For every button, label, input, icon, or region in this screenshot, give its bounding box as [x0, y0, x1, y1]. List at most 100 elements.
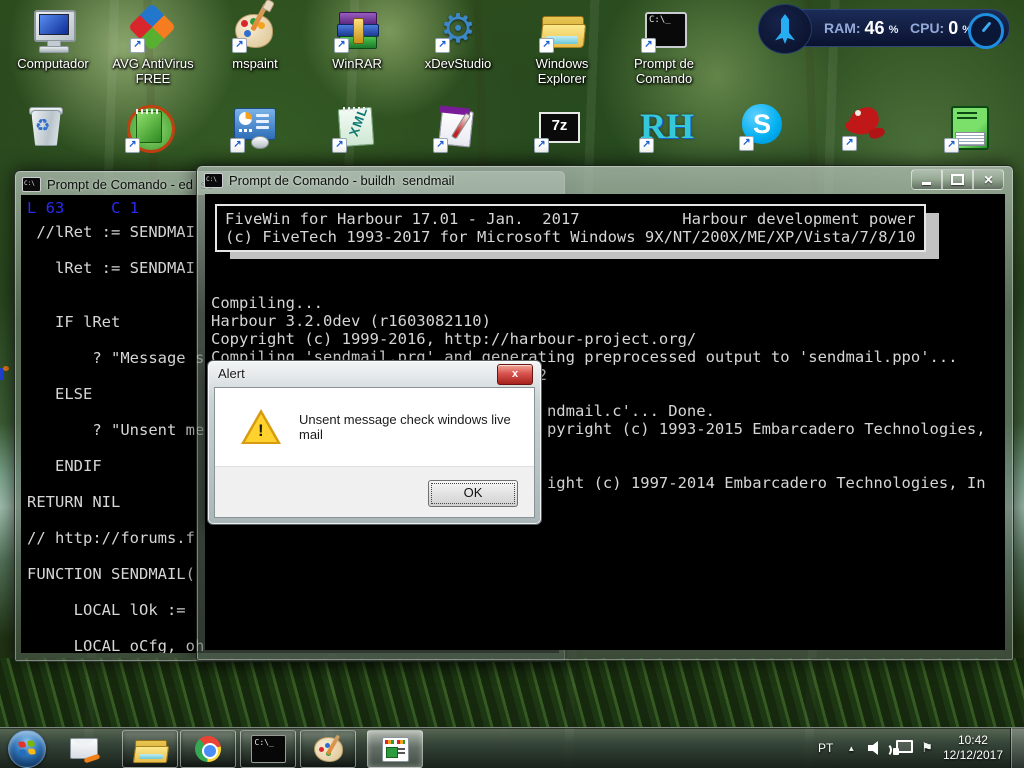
shortcut-arrow-icon: ↗: [539, 38, 554, 53]
hidden-icons-chevron[interactable]: ▲: [847, 744, 855, 753]
shortcut-arrow-icon: ↗: [739, 136, 754, 151]
taskbar-mail-button[interactable]: [62, 732, 106, 764]
system-monitor-gadget[interactable]: RAM: 46 % CPU: 0 %: [758, 4, 1010, 52]
ram-readout: RAM: 46 %: [824, 4, 898, 52]
cmd-window-icon: C:\: [204, 173, 223, 188]
red-creature-icon: ↗: [841, 100, 893, 152]
start-button[interactable]: [8, 730, 46, 768]
recycle-bin-icon: ♻: [21, 102, 73, 154]
desktop-icon-label: AVG AntiVirus FREE: [103, 57, 203, 87]
tray-date: 12/12/2017: [943, 748, 1003, 763]
shortcut-arrow-icon: ↗: [534, 138, 549, 153]
network-icon[interactable]: [893, 740, 913, 756]
alert-message: Unsent message check windows live mail: [299, 412, 534, 442]
back-window-title: Prompt de Comando - ed se: [47, 177, 214, 192]
shortcut-arrow-icon: ↗: [230, 138, 245, 153]
desktop-icon-avg-antivirus[interactable]: ↗ AVG AntiVirus FREE: [103, 6, 203, 87]
banner-line2: (c) FiveTech 1993-2017 for Microsoft Win…: [225, 228, 916, 246]
desktop-icon-notepad-ring[interactable]: ↗: [120, 102, 180, 154]
cpu-label: CPU:: [910, 20, 944, 36]
maximize-icon: [951, 174, 964, 185]
desktop-icon-rh[interactable]: RH ↗: [634, 102, 694, 154]
rocket-icon: [775, 14, 795, 44]
desktop-icon-control-panel[interactable]: ↗: [225, 102, 285, 154]
alert-body: ! Unsent message check windows live mail…: [214, 387, 535, 518]
warning-icon: !: [241, 409, 281, 445]
maximize-button[interactable]: [942, 169, 973, 190]
shortcut-arrow-icon: ↗: [334, 38, 349, 53]
taskbar-paint-button[interactable]: [300, 730, 356, 768]
window-caption-buttons: ✕: [911, 169, 1004, 190]
alert-title: Alert: [218, 366, 245, 381]
desktop-icon-prompt-comando[interactable]: C:\_ ↗ Prompt de Comando: [614, 6, 714, 87]
desktop-icon-green-notebook[interactable]: ↗: [939, 102, 999, 154]
cpu-value: 0: [948, 18, 958, 39]
desktop-icon-7zip[interactable]: 7z ↗: [529, 102, 589, 154]
desktop-icon-xml-notepad[interactable]: XML ↗: [327, 102, 387, 154]
desktop-icon-computador[interactable]: Computador: [3, 6, 103, 72]
desktop-icon-recycle-bin[interactable]: ♻: [17, 102, 77, 154]
close-button[interactable]: ✕: [973, 169, 1004, 190]
rh-letters-icon: RH ↗: [638, 102, 690, 154]
desktop-icon-label: Prompt de Comando: [614, 57, 714, 87]
alert-close-button[interactable]: x: [497, 364, 533, 385]
shortcut-arrow-icon: ↗: [433, 138, 448, 153]
speedometer-icon[interactable]: [968, 13, 1004, 49]
partially-hidden-desktop-icon: [0, 366, 8, 382]
taskbar-app-button-active[interactable]: [367, 730, 423, 768]
xml-notepad-icon: XML ↗: [331, 102, 383, 154]
taskbar: C:\_ PT ▲ ⚑ 10:42 12/12/2017: [0, 727, 1024, 768]
language-indicator[interactable]: PT: [818, 741, 833, 755]
rocket-badge: [758, 4, 812, 54]
winrar-books-icon: ↗: [333, 6, 381, 54]
pen-notepad-icon: ↗: [432, 102, 484, 154]
avg-shield-icon: ↗: [129, 6, 177, 54]
green-notepad-icon: ↗: [124, 102, 176, 154]
taskbar-cmd-button[interactable]: C:\_: [240, 730, 296, 768]
desktop-icon-skype[interactable]: S ↗: [734, 100, 794, 152]
action-center-flag-icon[interactable]: ⚑: [921, 740, 933, 756]
front-window-titlebar[interactable]: C:\ Prompt de Comando - buildh sendmail: [197, 166, 1013, 194]
desktop-icon-pen-notepad[interactable]: ↗: [428, 102, 488, 154]
folder-icon: [135, 738, 165, 761]
app-window-icon: [382, 737, 409, 762]
shortcut-arrow-icon: ↗: [641, 38, 656, 53]
desktop-icon-windows-explorer[interactable]: ↗ Windows Explorer: [512, 6, 612, 87]
close-x-icon: x: [512, 368, 518, 380]
desktop-icon-label: Windows Explorer: [512, 57, 612, 87]
green-notebook-icon: ↗: [943, 102, 995, 154]
alert-dialog[interactable]: Alert x ! Unsent message check windows l…: [207, 360, 542, 525]
control-panel-icon: ↗: [229, 102, 281, 154]
shortcut-arrow-icon: ↗: [332, 138, 347, 153]
taskbar-chrome-button[interactable]: [180, 730, 236, 768]
desktop-icon-mspaint[interactable]: ↗ mspaint: [205, 6, 305, 72]
folder-icon: ↗: [538, 6, 586, 54]
clock[interactable]: 10:42 12/12/2017: [943, 733, 1003, 763]
shortcut-arrow-icon: ↗: [130, 38, 145, 53]
wallpaper-grass: [0, 658, 1024, 728]
show-desktop-button[interactable]: [1010, 728, 1024, 768]
mail-icon: [70, 738, 98, 759]
desktop-icon-winrar[interactable]: ↗ WinRAR: [307, 6, 407, 72]
ram-label: RAM:: [824, 20, 861, 36]
fivewin-banner-box: FiveWin for Harbour 17.01 - Jan. 2017 Ha…: [215, 204, 926, 252]
front-window-title: Prompt de Comando - buildh sendmail: [229, 173, 454, 188]
taskbar-explorer-button[interactable]: [122, 730, 178, 768]
desktop-icon-xdevstudio[interactable]: ⚙ ↗ xDevStudio: [408, 6, 508, 72]
shortcut-arrow-icon: ↗: [435, 38, 450, 53]
cmd-window-icon: C:\: [22, 177, 41, 192]
minimize-button[interactable]: [911, 169, 942, 190]
gear-icon: ⚙ ↗: [434, 6, 482, 54]
ram-value: 46: [865, 18, 885, 39]
close-icon: ✕: [983, 173, 993, 187]
volume-icon[interactable]: [867, 740, 885, 756]
shortcut-arrow-icon: ↗: [125, 138, 140, 153]
desktop-icon-red-creature[interactable]: ↗: [837, 100, 897, 152]
skype-icon: S ↗: [738, 100, 790, 152]
desktop-icon-label: xDevStudio: [408, 57, 508, 72]
shortcut-arrow-icon: ↗: [639, 138, 654, 153]
desktop-icon-label: mspaint: [205, 57, 305, 72]
paint-palette-icon: [314, 737, 343, 762]
ok-button[interactable]: OK: [428, 480, 518, 507]
minimize-icon: [922, 182, 931, 185]
